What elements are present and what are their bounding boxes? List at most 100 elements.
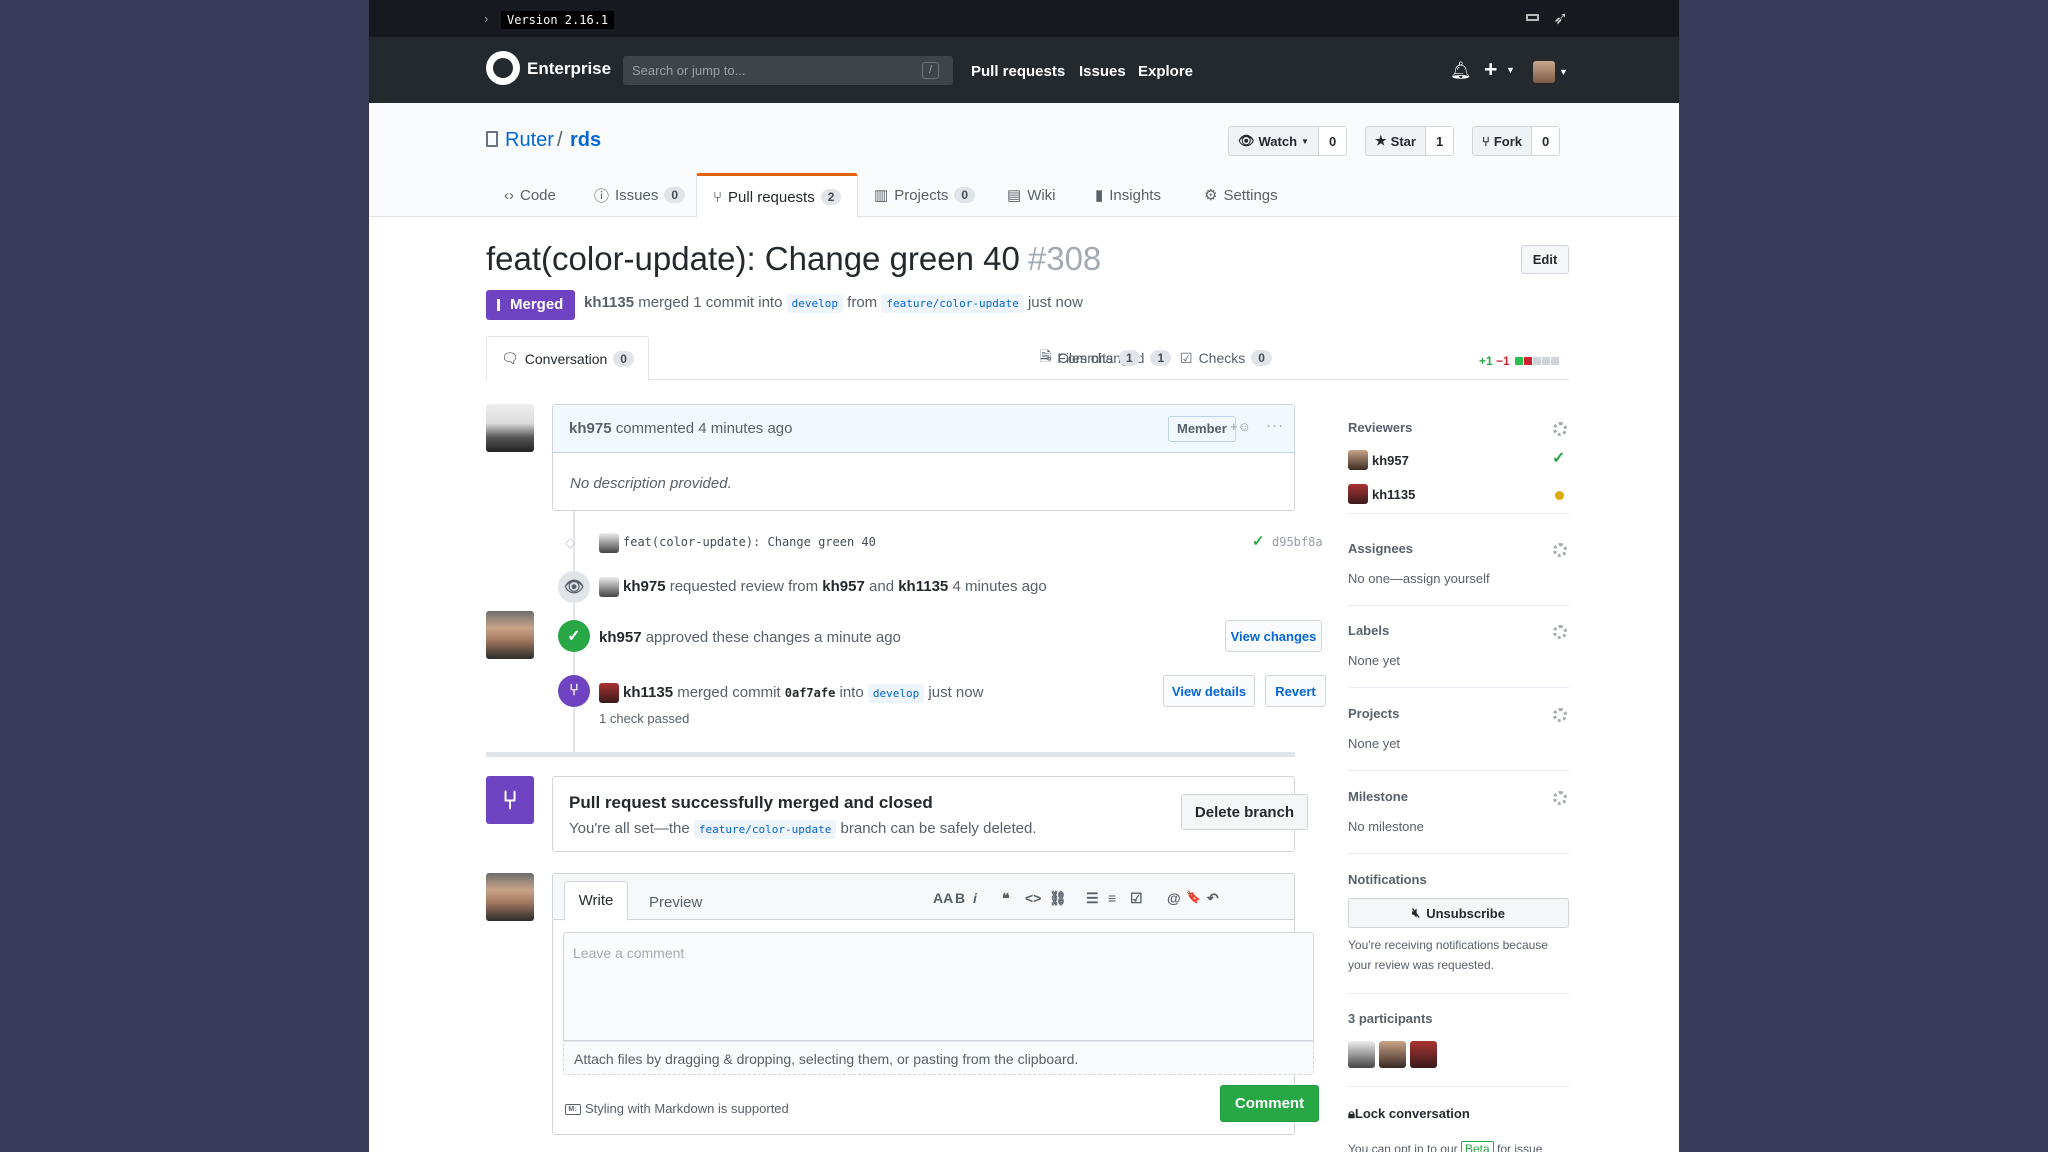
view-changes-button[interactable]: View changes	[1225, 620, 1322, 652]
reviewer-item[interactable]: kh957	[1348, 450, 1409, 470]
tab-checks[interactable]: ☑ Checks 0	[1180, 336, 1272, 380]
attach-files-area[interactable]: Attach files by dragging & dropping, sel…	[563, 1041, 1314, 1075]
view-details-button[interactable]: View details	[1163, 675, 1255, 707]
user-link[interactable]: kh975	[623, 578, 666, 595]
more-options-icon[interactable]: ···	[1266, 417, 1284, 434]
tab-issues[interactable]: ⓘ Issues 0	[594, 173, 686, 217]
quote-icon[interactable]: ❝	[1002, 890, 1010, 907]
bullet-list-icon[interactable]: ☰	[1086, 890, 1099, 907]
avatar[interactable]	[486, 611, 534, 659]
preview-tab[interactable]: Preview	[649, 894, 702, 911]
write-tab[interactable]: Write	[564, 881, 628, 921]
tab-settings[interactable]: ⚙ Settings	[1204, 173, 1278, 217]
reply-icon[interactable]: ↶	[1207, 890, 1219, 907]
check-icon[interactable]: ✓	[1252, 532, 1265, 550]
sidebar-assignees: Assignees No one—assign yourself	[1348, 541, 1569, 606]
participant-avatar[interactable]	[1348, 1041, 1375, 1068]
user-link[interactable]: kh1135	[898, 578, 948, 595]
comment-submit-button[interactable]: Comment	[1220, 1085, 1319, 1122]
task-list-icon[interactable]: ☑	[1130, 890, 1143, 907]
revert-button[interactable]: Revert	[1265, 675, 1326, 707]
nav-explore[interactable]: Explore	[1138, 63, 1193, 80]
bookmark-icon[interactable]: 🔖	[1186, 890, 1201, 904]
base-branch[interactable]: develop	[786, 294, 843, 313]
nav-issues[interactable]: Issues	[1079, 63, 1126, 80]
gear-icon[interactable]	[1553, 791, 1567, 805]
watch-button[interactable]: 👁︎ Watch ▼	[1229, 127, 1318, 155]
head-branch[interactable]: feature/color-update	[881, 294, 1024, 313]
branch-name[interactable]: feature/color-update	[693, 820, 837, 839]
star-count[interactable]: 1	[1424, 127, 1454, 155]
brand-label[interactable]: Enterprise	[527, 59, 611, 79]
avatar[interactable]	[486, 873, 534, 921]
code-icon[interactable]: <>	[1025, 890, 1041, 906]
tab-conversation[interactable]: 🗨︎ Conversation 0	[486, 336, 649, 381]
plus-icon[interactable]: +	[1484, 56, 1497, 83]
chevron-right-icon[interactable]: ›	[484, 11, 488, 26]
edit-title-button[interactable]: Edit	[1521, 245, 1569, 274]
gear-icon[interactable]	[1553, 708, 1567, 722]
eye-icon: 👁︎	[1238, 133, 1255, 148]
commit-message-link[interactable]: feat(color-update): Change green 40	[623, 535, 876, 549]
comment-author-link[interactable]: kh975	[569, 420, 612, 437]
reviewers-label: Reviewers	[1348, 420, 1413, 435]
italic-icon[interactable]: i	[973, 890, 977, 906]
commit-sha-link[interactable]: 0af7afe	[785, 686, 836, 700]
caret-down-icon[interactable]: ▼	[1506, 65, 1515, 75]
rocket-icon[interactable]: ➶	[1553, 8, 1568, 29]
gear-icon[interactable]	[1553, 625, 1567, 639]
user-link[interactable]: kh957	[599, 629, 642, 646]
user-link[interactable]: kh1135	[623, 684, 673, 701]
tab-wiki[interactable]: ▤ Wiki	[1007, 173, 1056, 217]
bold-icon[interactable]: B	[955, 890, 965, 906]
commit-sha-link[interactable]: d95bf8a	[1272, 535, 1323, 549]
avatar[interactable]	[486, 404, 534, 452]
participant-avatar[interactable]	[1410, 1041, 1437, 1068]
delete-branch-button[interactable]: Delete branch	[1181, 794, 1308, 830]
gear-icon[interactable]	[1553, 543, 1567, 557]
gear-icon[interactable]	[1553, 422, 1567, 436]
participant-avatar[interactable]	[1379, 1041, 1406, 1068]
assignees-value[interactable]: No one—assign yourself	[1348, 571, 1490, 586]
text-size-icon[interactable]: AA	[933, 890, 953, 906]
nav-pull-requests[interactable]: Pull requests	[971, 63, 1065, 80]
tab-counter: 0	[1251, 350, 1272, 366]
tab-pull-requests[interactable]: ⑂ Pull requests 2	[696, 173, 859, 218]
repo-owner-link[interactable]: Ruter	[505, 129, 554, 152]
branch-name[interactable]: develop	[867, 683, 925, 703]
watch-count[interactable]: 0	[1317, 127, 1347, 155]
repo-name-link[interactable]: rds	[570, 129, 601, 152]
comment-header: kh975 commented 4 minutes ago Member +☺ …	[553, 405, 1294, 453]
lock-conversation-link[interactable]: 🔒︎Lock conversation	[1348, 1106, 1470, 1122]
fork-count[interactable]: 0	[1530, 127, 1560, 155]
search-input[interactable]	[623, 56, 953, 85]
notification-reason: your review was requested.	[1348, 958, 1495, 972]
numbered-list-icon[interactable]: ≡	[1108, 890, 1116, 906]
avatar[interactable]	[599, 577, 619, 597]
tab-code[interactable]: ‹› Code	[504, 173, 556, 217]
unsubscribe-button[interactable]: 🔇︎ Unsubscribe	[1348, 898, 1569, 928]
caret-down-icon[interactable]: ▼	[1559, 67, 1568, 77]
reviewer-item[interactable]: kh1135	[1348, 484, 1415, 504]
markdown-note[interactable]: M↓ Styling with Markdown is supported	[565, 1101, 789, 1116]
user-link[interactable]: kh957	[822, 578, 865, 595]
user-avatar[interactable]	[1533, 61, 1555, 83]
avatar[interactable]	[599, 533, 619, 553]
comment-textarea[interactable]	[563, 932, 1314, 1041]
pr-author-link[interactable]: kh1135	[584, 294, 634, 311]
tab-projects[interactable]: ▥ Projects 0	[874, 173, 976, 217]
keyboard-icon[interactable]	[1526, 14, 1539, 21]
github-logo-icon[interactable]	[486, 51, 520, 85]
mention-icon[interactable]: @	[1167, 890, 1181, 906]
star-button[interactable]: ★ Star	[1366, 127, 1425, 155]
avatar[interactable]	[599, 683, 619, 703]
fork-button[interactable]: ⑂ Fork	[1473, 127, 1531, 155]
checks-status-link[interactable]: 1 check passed	[599, 711, 689, 726]
tab-commits[interactable]: ⊸ Commits 1	[1040, 336, 1140, 380]
reviewer-name: kh957	[1372, 452, 1409, 468]
tab-insights[interactable]: ▮ Insights	[1095, 173, 1161, 217]
beta-badge[interactable]: Beta	[1460, 1141, 1494, 1152]
link-icon[interactable]: ⛓	[1049, 890, 1067, 907]
add-reaction-icon[interactable]: +☺	[1230, 419, 1251, 434]
bell-icon[interactable]: 🔔︎	[1450, 61, 1472, 81]
